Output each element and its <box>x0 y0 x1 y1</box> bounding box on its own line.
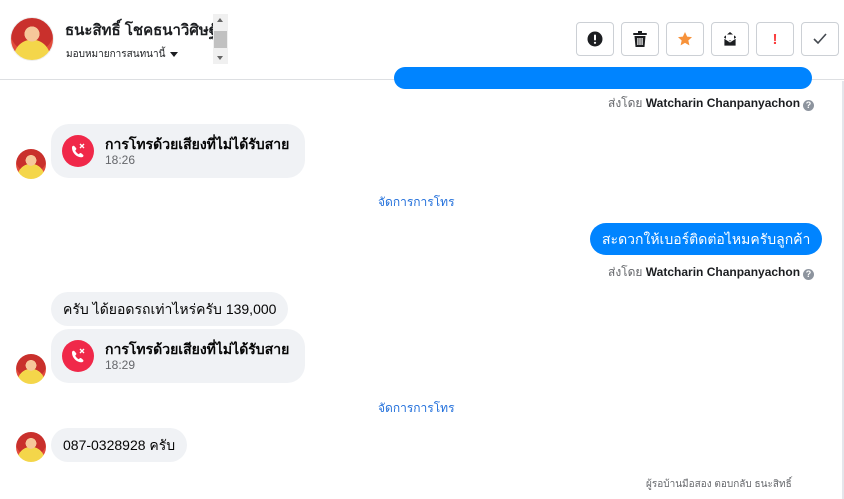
follow-up-button[interactable]: ! <box>756 22 794 56</box>
help-icon[interactable]: ? <box>803 269 815 280</box>
delete-button[interactable] <box>621 22 659 56</box>
message-thread: ส่งโดย Watcharin Chanpanyachon? การโทรด้… <box>0 67 844 499</box>
follow-up-icon: ! <box>772 30 778 48</box>
exclamation-circle-icon <box>587 31 603 47</box>
call-time: 18:26 <box>105 153 136 167</box>
missed-call-icon <box>62 340 94 372</box>
scroll-up-arrow-icon[interactable] <box>217 18 223 22</box>
call-time: 18:29 <box>105 358 136 372</box>
incoming-bubble: ครับ ได้ยอดรถเท่าไหร่ครับ 139,000 <box>51 292 289 326</box>
done-button[interactable] <box>801 22 839 56</box>
envelope-icon <box>723 32 737 47</box>
star-button[interactable] <box>666 22 704 56</box>
spam-button[interactable] <box>576 22 614 56</box>
mark-unread-button[interactable] <box>711 22 749 56</box>
contact-avatar-small[interactable] <box>16 354 46 384</box>
trash-icon <box>633 31 647 47</box>
reply-note: ผู้รอบ้านมือสอง ตอบกลับ ธนะสิทธิ์ <box>646 479 792 490</box>
contact-name[interactable]: ธนะสิทธิ์ โชคธนาวิศิษฐ์ <box>65 18 217 42</box>
sent-by-label: ส่งโดย Watcharin Chanpanyachon? <box>608 263 815 282</box>
contact-avatar-small[interactable] <box>16 432 46 462</box>
incoming-bubble: 087-0328928 ครับ <box>51 428 188 462</box>
checkmark-icon <box>813 33 827 45</box>
star-icon <box>678 32 692 46</box>
scroll-down-arrow-icon[interactable] <box>217 56 223 60</box>
caret-down-icon <box>170 51 179 57</box>
name-scrollbar[interactable] <box>213 14 228 64</box>
contact-avatar-small[interactable] <box>16 149 46 179</box>
missed-call-card: การโทรด้วยเสียงที่ไม่ได้รับสาย 18:26 <box>51 124 305 178</box>
scroll-thumb[interactable] <box>214 31 227 48</box>
missed-call-card: การโทรด้วยเสียงที่ไม่ได้รับสาย 18:29 <box>51 329 305 383</box>
missed-call-icon <box>62 135 94 167</box>
sender-name: Watcharin Chanpanyachon <box>645 265 801 279</box>
outgoing-bubble: สะดวกให้เบอร์ติดต่อไหมครับลูกค้า <box>590 223 823 255</box>
assign-label: มอบหมายการสนทนานี้ <box>66 49 166 60</box>
conversation-toolbar: ! <box>576 22 839 56</box>
help-icon[interactable]: ? <box>803 100 815 111</box>
sender-name: Watcharin Chanpanyachon <box>645 96 801 110</box>
contact-avatar[interactable] <box>10 17 54 61</box>
manage-calls-link[interactable]: จัดการการโทร <box>378 399 455 418</box>
assign-conversation-dropdown[interactable]: มอบหมายการสนทนานี้ <box>66 47 179 62</box>
manage-calls-link[interactable]: จัดการการโทร <box>378 193 455 212</box>
outgoing-bubble-partial <box>394 67 812 89</box>
sent-by-label: ส่งโดย Watcharin Chanpanyachon? <box>608 94 815 113</box>
